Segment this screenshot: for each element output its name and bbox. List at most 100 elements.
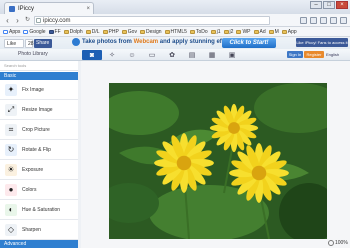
bookmark-item[interactable]: Ad xyxy=(253,29,266,35)
close-window-button[interactable]: × xyxy=(336,1,348,9)
tool-item[interactable]: ✦ Fix Image xyxy=(0,80,78,100)
text-icon[interactable]: ▤ xyxy=(182,50,202,60)
fb-like-button[interactable]: Like xyxy=(4,39,24,48)
folder-icon xyxy=(164,29,170,34)
sharpen-icon: ◇ xyxy=(5,223,17,236)
bookmark-item[interactable]: j1 xyxy=(210,29,221,35)
zoom-icon[interactable] xyxy=(328,240,334,246)
sign-in-button[interactable]: Sign In xyxy=(287,51,303,58)
maximize-button[interactable]: □ xyxy=(323,1,335,9)
register-button[interactable]: Register xyxy=(304,51,324,58)
address-bar[interactable]: ipiccy.com xyxy=(34,16,270,25)
page-icon xyxy=(36,18,41,23)
minimize-button[interactable]: – xyxy=(310,1,322,9)
zoom-level: 100% xyxy=(335,240,348,246)
bookmark-item[interactable]: Apps xyxy=(3,29,20,35)
folder-icon xyxy=(281,29,287,34)
extension-icon[interactable] xyxy=(330,17,337,24)
folder-icon xyxy=(63,29,69,34)
crop-icon: ⌗ xyxy=(5,123,17,136)
folder-icon xyxy=(139,29,145,34)
close-tab-icon[interactable]: × xyxy=(86,6,90,12)
tool-label: Colors xyxy=(22,186,37,193)
save-icon[interactable]: ▣ xyxy=(222,50,242,60)
folder-icon xyxy=(223,29,229,34)
google-icon xyxy=(23,29,29,34)
folder-icon xyxy=(102,29,108,34)
folder-icon xyxy=(121,29,127,34)
tool-item[interactable]: ◐ Hue & Saturation xyxy=(0,200,78,220)
tool-search-input[interactable]: Search tools xyxy=(0,61,78,71)
bookmark-item[interactable]: Gov xyxy=(121,29,137,35)
bookmarks-bar: Apps Google FF Dolph D/L PHP Gov Design … xyxy=(0,27,350,37)
flower-photo xyxy=(109,83,327,239)
extension-icon[interactable] xyxy=(320,17,327,24)
bookmark-item[interactable]: j2 xyxy=(223,29,233,35)
exposure-icon: ☀ xyxy=(5,163,17,176)
webcam-promo[interactable]: Take photos from Webcam and apply stunni… xyxy=(72,38,238,46)
extension-icons xyxy=(300,17,347,24)
favicon-icon xyxy=(9,5,15,12)
facebook-icon xyxy=(48,29,54,34)
colors-icon: ● xyxy=(5,183,17,196)
webcam-icon xyxy=(72,38,80,46)
tool-label: Exposure xyxy=(22,166,44,173)
tool-label: Resize Image xyxy=(22,106,53,113)
apps-icon xyxy=(3,29,8,34)
frame-icon[interactable]: ▭ xyxy=(142,50,162,60)
tool-item[interactable]: ↻ Rotate & Flip xyxy=(0,140,78,160)
like-app-banner[interactable]: Like IPiccy! Fans to access it xyxy=(296,38,348,47)
tool-item[interactable]: ◇ Sharpen xyxy=(0,220,78,240)
bookmark-item[interactable]: ToDo xyxy=(189,29,208,35)
photo-canvas[interactable] xyxy=(109,83,327,239)
section-basic[interactable]: Basic xyxy=(0,72,78,80)
promo-text: Take photos from Webcam and apply stunni… xyxy=(82,39,238,45)
nav-icons: ◙ ✧ ☺ ▭ ✿ ▤ ▦ ▣ xyxy=(82,50,242,60)
window-controls: – □ × xyxy=(310,1,348,9)
fb-like-count: 28 xyxy=(25,39,34,48)
url-text: ipiccy.com xyxy=(43,18,71,24)
collage-icon[interactable]: ▦ xyxy=(202,50,222,60)
menu-icon[interactable] xyxy=(340,17,347,24)
tool-item[interactable]: ⌗ Crop Picture xyxy=(0,120,78,140)
browser-tab[interactable]: IPiccy × xyxy=(4,2,94,14)
sticker-icon[interactable]: ✿ xyxy=(162,50,182,60)
resize-icon: ⤢ xyxy=(5,103,17,116)
bookmark-item[interactable]: Google xyxy=(23,29,46,35)
photo-library-link[interactable]: Photo Library xyxy=(18,51,48,57)
bookmark-item[interactable]: PHP xyxy=(102,29,119,35)
tool-item[interactable]: ● Colors xyxy=(0,180,78,200)
folder-icon xyxy=(253,29,259,34)
bookmark-item[interactable]: Dolph xyxy=(63,29,83,35)
folder-icon xyxy=(189,29,195,34)
extension-icon[interactable] xyxy=(310,17,317,24)
fb-share-button[interactable]: Share xyxy=(34,39,52,48)
fix-image-icon: ✦ xyxy=(5,83,17,96)
bookmark-item[interactable]: WP xyxy=(236,29,251,35)
camera-icon[interactable]: ◙ xyxy=(82,50,102,60)
back-icon[interactable]: ‹ xyxy=(3,16,12,25)
tool-item[interactable]: ⤢ Resize Image xyxy=(0,100,78,120)
start-button[interactable]: Click to Start! xyxy=(222,38,276,48)
forward-icon[interactable]: › xyxy=(13,16,22,25)
bookmark-item[interactable]: FF xyxy=(48,29,61,35)
tab-title: IPiccy xyxy=(18,5,35,12)
reload-icon[interactable]: ↻ xyxy=(23,16,32,25)
person-icon[interactable]: ☺ xyxy=(122,50,142,60)
tool-label: Rotate & Flip xyxy=(22,146,51,153)
section-advanced[interactable]: Advanced xyxy=(0,240,78,248)
bookmark-item[interactable]: App xyxy=(281,29,297,35)
hue-icon: ◐ xyxy=(5,203,17,216)
bookmark-item[interactable]: HTML5 xyxy=(164,29,187,35)
folder-icon xyxy=(268,29,274,34)
folder-icon xyxy=(210,29,216,34)
bookmark-item[interactable]: M xyxy=(268,29,279,35)
tool-label: Hue & Saturation xyxy=(22,206,61,213)
tool-item[interactable]: ☀ Exposure xyxy=(0,160,78,180)
bookmark-item[interactable]: Design xyxy=(139,29,162,35)
language-select[interactable]: English xyxy=(326,51,344,58)
tool-list: ✦ Fix Image ⤢ Resize Image ⌗ Crop Picture ↻ Rot… xyxy=(0,80,78,240)
bookmark-item[interactable]: D/L xyxy=(85,29,100,35)
bookmark-star-icon[interactable] xyxy=(300,17,307,24)
wand-icon[interactable]: ✧ xyxy=(102,50,122,60)
